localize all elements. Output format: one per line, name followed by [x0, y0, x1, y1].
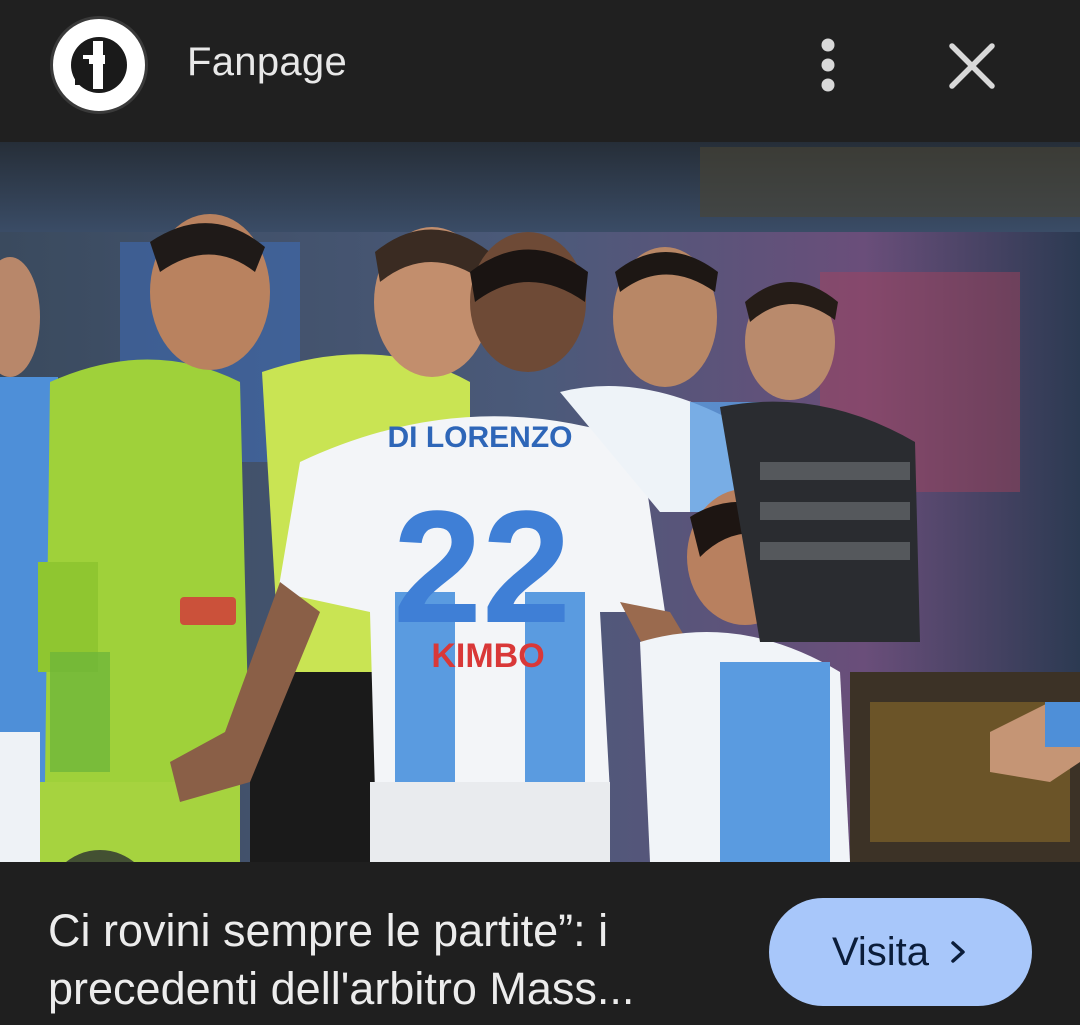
jersey-number: 22 — [393, 477, 571, 656]
jersey-sponsor: KIMBO — [431, 637, 544, 675]
jersey-name: DI LORENZO — [388, 421, 573, 454]
more-vert-icon — [821, 38, 835, 92]
footer-bar: Ci rovini sempre le partite”: i preceden… — [0, 862, 1080, 1025]
more-options-button[interactable] — [800, 30, 856, 100]
header-bar: Fanpage — [0, 0, 1080, 142]
source-name: Fanpage — [187, 40, 348, 84]
close-icon — [949, 43, 995, 89]
close-button[interactable] — [938, 32, 1008, 102]
preview-image[interactable]: DI LORENZO 22 KIMBO — [0, 142, 1080, 862]
lens-search-icon — [46, 850, 154, 862]
football-scene-image: DI LORENZO 22 KIMBO — [0, 142, 1080, 862]
visit-button[interactable]: Visita — [769, 898, 1032, 1006]
visit-label: Visita — [831, 929, 930, 974]
chevron-right-icon — [951, 941, 965, 963]
lens-search-button[interactable] — [46, 850, 154, 862]
image-preview-screen: Fanpage DI LORENZO 22 KIMBO Ci rovini se… — [0, 0, 1080, 1025]
article-title[interactable]: Ci rovini sempre le partite”: i preceden… — [48, 902, 738, 1018]
fanpage-logo-icon — [50, 16, 148, 114]
